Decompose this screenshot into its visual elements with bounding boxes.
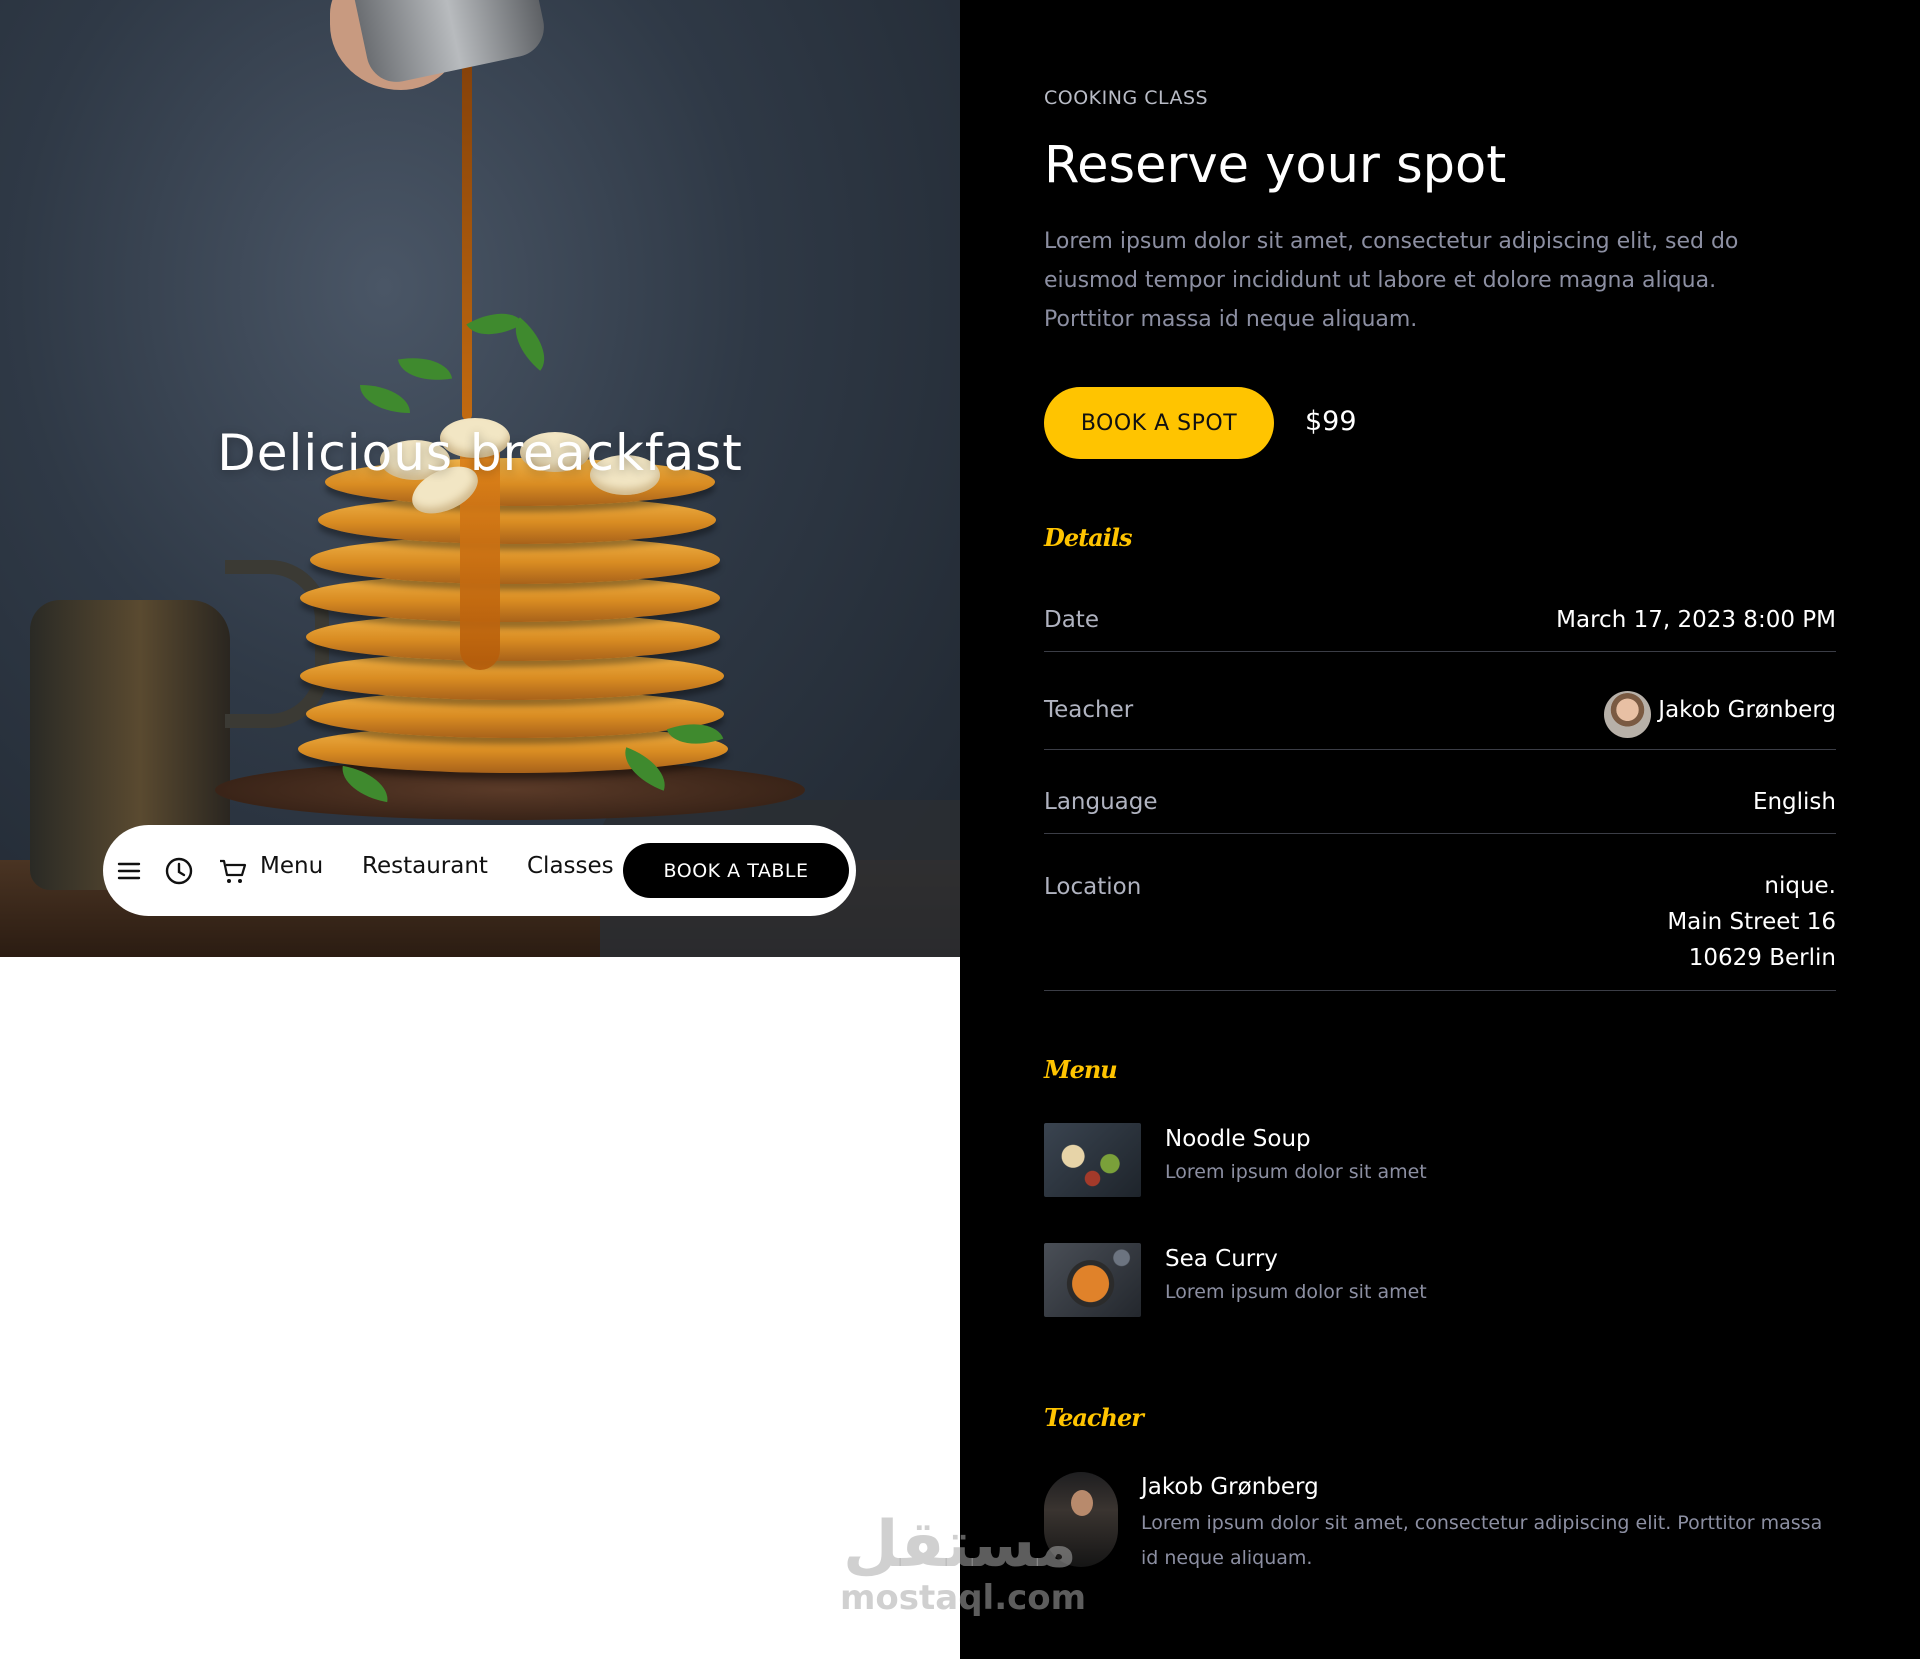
location-address: nique. Main Street 16 10629 Berlin	[1667, 873, 1836, 971]
hamburger-menu-icon[interactable]	[114, 856, 144, 886]
page-title: Reserve your spot	[1044, 136, 1507, 195]
detail-label: Location	[1044, 874, 1142, 900]
detail-row-date: Date March 17, 2023 8:00 PM	[1044, 607, 1836, 652]
detail-row-language: Language English	[1044, 789, 1836, 834]
menu-item[interactable]: Noodle Soup Lorem ipsum dolor sit amet	[1044, 1123, 1836, 1197]
menu-heading: Menu	[1044, 1055, 1118, 1084]
nav-link-classes[interactable]: Classes	[527, 853, 614, 879]
eyebrow-label: COOKING CLASS	[1044, 87, 1209, 109]
detail-label: Teacher	[1044, 697, 1134, 723]
teacher-heading: Teacher	[1044, 1403, 1144, 1432]
hero-section: Delicious breackfast Menu Restaurant Cla…	[0, 0, 960, 957]
detail-value: March 17, 2023 8:00 PM	[1556, 607, 1836, 633]
price: $99	[1305, 406, 1357, 437]
detail-value: English	[1752, 789, 1836, 815]
book-a-spot-button[interactable]: BOOK A SPOT	[1044, 387, 1274, 459]
detail-label: Date	[1044, 607, 1099, 633]
nav-link-menu[interactable]: Menu	[260, 853, 323, 879]
detail-row-location: Location nique. Main Street 16 10629 Ber…	[1044, 873, 1836, 991]
detail-label: Language	[1044, 789, 1158, 815]
sea-curry-thumbnail	[1044, 1243, 1141, 1317]
book-a-table-button[interactable]: BOOK A TABLE	[623, 843, 849, 898]
details-heading: Details	[1044, 523, 1132, 552]
teacher-photo	[1044, 1472, 1118, 1567]
teacher-avatar	[1604, 691, 1651, 738]
clock-icon[interactable]	[164, 856, 194, 886]
nav-link-restaurant[interactable]: Restaurant	[362, 853, 488, 879]
reservation-panel: COOKING CLASS Reserve your spot Lorem ip…	[960, 0, 1920, 1659]
teacher-bio: Lorem ipsum dolor sit amet, consectetur …	[1141, 1512, 1823, 1569]
menu-item-name: Noodle Soup	[1165, 1126, 1311, 1152]
teacher-name: Jakob Grønberg	[1141, 1474, 1319, 1500]
menu-item-desc: Lorem ipsum dolor sit amet	[1165, 1281, 1427, 1303]
menu-item[interactable]: Sea Curry Lorem ipsum dolor sit amet	[1044, 1243, 1836, 1317]
hero-title: Delicious breackfast	[217, 423, 743, 482]
detail-value: Jakob Grønberg	[1658, 697, 1836, 723]
menu-item-desc: Lorem ipsum dolor sit amet	[1165, 1161, 1427, 1183]
noodle-soup-thumbnail	[1044, 1123, 1141, 1197]
detail-row-teacher: Teacher Jakob Grønberg	[1044, 691, 1836, 750]
intro-text: Lorem ipsum dolor sit amet, consectetur …	[1044, 229, 1739, 332]
cart-icon[interactable]	[218, 856, 248, 886]
menu-item-name: Sea Curry	[1165, 1246, 1278, 1272]
main-nav: Menu Restaurant Classes BOOK A TABLE	[103, 825, 856, 916]
